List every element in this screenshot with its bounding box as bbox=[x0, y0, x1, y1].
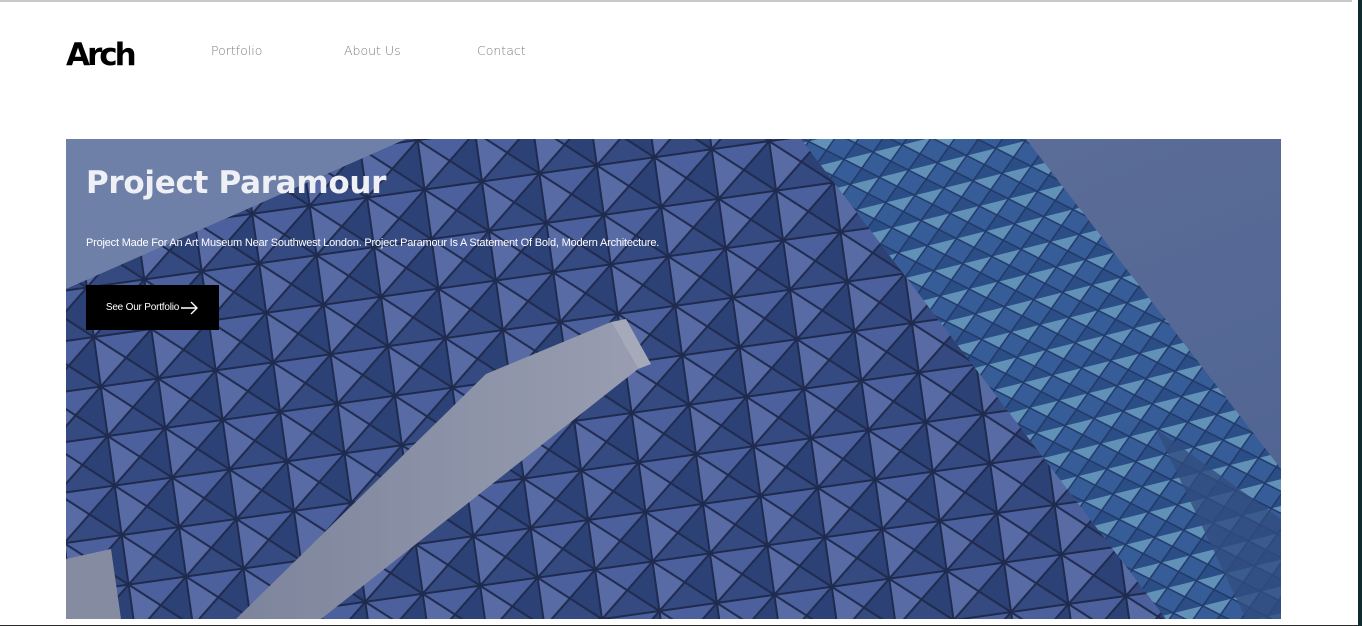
hero-description: Project Made For An Art Museum Near Sout… bbox=[86, 237, 660, 249]
hero-title: Project Paramour bbox=[86, 165, 387, 201]
nav-link-portfolio[interactable]: Portfolio bbox=[211, 43, 262, 58]
cta-label: See Our Portfolio bbox=[105, 302, 180, 313]
top-border bbox=[0, 0, 1352, 2]
see-our-portfolio-button[interactable]: See Our Portfolio bbox=[86, 285, 219, 330]
hero-section: Project Paramour Project Made For An Art… bbox=[66, 139, 1281, 619]
arrow-right-icon bbox=[181, 301, 199, 314]
brand-logo[interactable]: Arch bbox=[66, 36, 137, 74]
nav-link-contact[interactable]: Contact bbox=[477, 43, 526, 58]
nav-link-about-us[interactable]: About Us bbox=[344, 43, 401, 58]
scrollbar-edge bbox=[1358, 0, 1362, 626]
hero-overlay bbox=[66, 139, 1281, 619]
